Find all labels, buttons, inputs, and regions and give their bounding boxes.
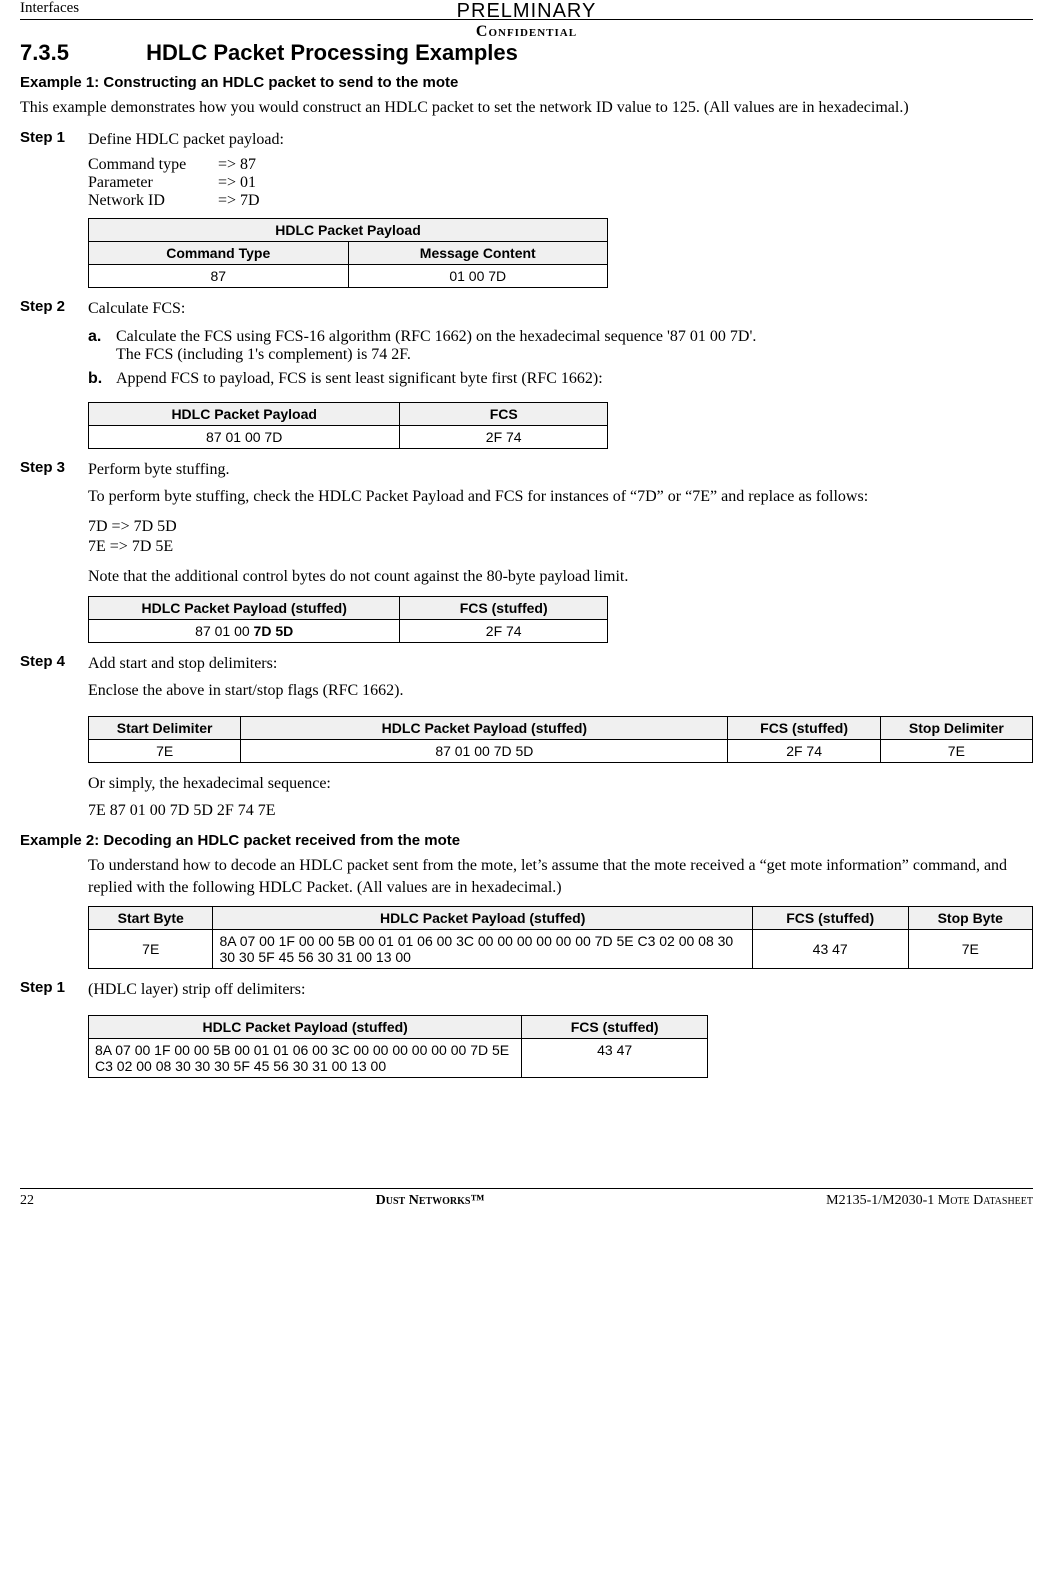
def-k1: Parameter (88, 174, 218, 192)
step1b-text: (HDLC layer) strip off delimiters: (88, 979, 1033, 1001)
e2-h4: Stop Byte (908, 907, 1033, 930)
step4-after1: Or simply, the hexadecimal sequence: (88, 773, 1033, 795)
e2-c2: 8A 07 00 1F 00 00 5B 00 01 01 06 00 3C 0… (213, 930, 752, 969)
step3-sub2: 7E => 7D 5E (88, 538, 1033, 556)
example2-intro: To understand how to decode an HDLC pack… (88, 855, 1033, 898)
step1b-table: HDLC Packet Payload (stuffed) FCS (stuff… (88, 1015, 708, 1078)
e2-h3: FCS (stuffed) (752, 907, 908, 930)
t2-c1: 87 01 00 7D (89, 425, 400, 448)
e2-h2: HDLC Packet Payload (stuffed) (213, 907, 752, 930)
t4-c3: 2F 74 (728, 739, 880, 762)
step4-text: Add start and stop delimiters: (88, 653, 1033, 675)
t4-c2: 87 01 00 7D 5D (241, 739, 728, 762)
example1-title: Example 1: Constructing an HDLC packet t… (20, 74, 1033, 91)
t1-caption: HDLC Packet Payload (89, 219, 608, 242)
t4-h4: Stop Delimiter (880, 716, 1032, 739)
section-number: 7.3.5 (20, 40, 140, 66)
step3-label: Step 3 (20, 459, 88, 514)
step4-label: Step 4 (20, 653, 88, 708)
t4-c4: 7E (880, 739, 1032, 762)
t1b-c2: 43 47 (522, 1038, 708, 1077)
step3-table: HDLC Packet Payload (stuffed) FCS (stuff… (88, 596, 608, 643)
step1-table: HDLC Packet Payload Command Type Message… (88, 218, 608, 288)
step3-sub1: 7D => 7D 5D (88, 518, 1033, 536)
step2-b-text: Append FCS to payload, FCS is sent least… (116, 370, 1033, 388)
step1-label: Step 1 (20, 129, 88, 211)
def-v0: => 87 (218, 156, 256, 174)
step3-text: Perform byte stuffing. (88, 459, 1033, 481)
page-header: Interfaces PRELMINARY Confidential (20, 0, 1033, 20)
step4-after2: 7E 87 01 00 7D 5D 2F 74 7E (88, 800, 1033, 822)
t4-h2: HDLC Packet Payload (stuffed) (241, 716, 728, 739)
t4-h1: Start Delimiter (89, 716, 241, 739)
e2-c1: 7E (89, 930, 213, 969)
footer-center: Dust Networks™ (376, 1193, 485, 1209)
header-preliminary: PRELMINARY (457, 0, 597, 23)
footer-pagenum: 22 (20, 1193, 34, 1209)
t1b-h2: FCS (stuffed) (522, 1015, 708, 1038)
def-v2: => 7D (218, 192, 260, 210)
example2-title: Example 2: Decoding an HDLC packet recei… (20, 832, 1033, 849)
t3-c1: 87 01 00 7D 5D (89, 619, 400, 642)
step3-note: Note that the additional control bytes d… (88, 566, 1033, 588)
t1-c2: 01 00 7D (348, 265, 608, 288)
t1-h1: Command Type (89, 242, 349, 265)
t1b-h1: HDLC Packet Payload (stuffed) (89, 1015, 522, 1038)
step1-text: Define HDLC packet payload: (88, 129, 1033, 151)
e2-c4: 7E (908, 930, 1033, 969)
step2-a-line1: Calculate the FCS using FCS-16 algorithm… (116, 328, 1033, 346)
step3-para: To perform byte stuffing, check the HDLC… (88, 486, 1033, 508)
section-heading: 7.3.5 HDLC Packet Processing Examples (20, 40, 1033, 66)
page-footer: 22 Dust Networks™ M2135-1/M2030-1 Mote D… (20, 1188, 1033, 1209)
step2-a-marker: a. (88, 328, 116, 364)
step2-b-marker: b. (88, 370, 116, 388)
t3-h1: HDLC Packet Payload (stuffed) (89, 596, 400, 619)
t3-c2: 2F 74 (400, 619, 608, 642)
t1b-c1: 8A 07 00 1F 00 00 5B 00 01 01 06 00 3C 0… (89, 1038, 522, 1077)
step1b-label: Step 1 (20, 979, 88, 1007)
example1-intro: This example demonstrates how you would … (20, 97, 1033, 119)
example2-table: Start Byte HDLC Packet Payload (stuffed)… (88, 906, 1033, 969)
t2-c2: 2F 74 (400, 425, 608, 448)
e2-h1: Start Byte (89, 907, 213, 930)
step2-label: Step 2 (20, 298, 88, 394)
section-title-text: HDLC Packet Processing Examples (146, 40, 518, 65)
step2-text: Calculate FCS: (88, 298, 1033, 320)
t1-c1: 87 (89, 265, 349, 288)
def-k2: Network ID (88, 192, 218, 210)
def-v1: => 01 (218, 174, 256, 192)
step2-table: HDLC Packet Payload FCS 87 01 00 7D 2F 7… (88, 402, 608, 449)
header-confidential: Confidential (457, 23, 597, 41)
t4-c1: 7E (89, 739, 241, 762)
def-k0: Command type (88, 156, 218, 174)
t4-h3: FCS (stuffed) (728, 716, 880, 739)
t3-h2: FCS (stuffed) (400, 596, 608, 619)
t2-h1: HDLC Packet Payload (89, 402, 400, 425)
e2-c3: 43 47 (752, 930, 908, 969)
step4-para: Enclose the above in start/stop flags (R… (88, 680, 1033, 702)
t2-h2: FCS (400, 402, 608, 425)
footer-right: M2135-1/M2030-1 Mote Datasheet (826, 1193, 1033, 1209)
step4-table: Start Delimiter HDLC Packet Payload (stu… (88, 716, 1033, 763)
header-left: Interfaces (20, 0, 79, 17)
step2-a-line2: The FCS (including 1's complement) is 74… (116, 346, 1033, 364)
t1-h2: Message Content (348, 242, 608, 265)
